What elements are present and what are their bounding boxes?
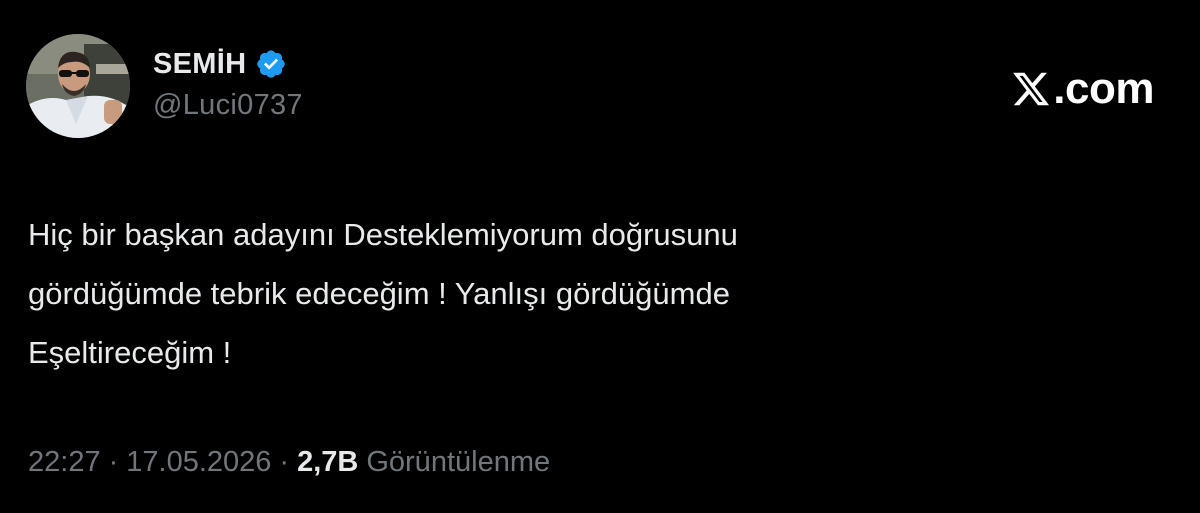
meta-separator: · [279, 446, 290, 478]
x-logo-icon [1011, 69, 1051, 109]
views-label: Görüntülenme [366, 446, 551, 478]
tweet-date[interactable]: 17.05.2026 [126, 446, 271, 479]
views-count[interactable]: 2,7B [297, 446, 358, 479]
tweet-card: SEMİH @Luci0737 .com Hiç bir başkan aday… [0, 0, 1200, 513]
author-display-name[interactable]: SEMİH [153, 48, 246, 81]
verified-badge-icon [255, 48, 287, 80]
meta-separator: · [108, 446, 119, 478]
brand-watermark: .com [1011, 64, 1154, 114]
brand-domain-text: .com [1053, 64, 1154, 113]
avatar-photo [26, 34, 130, 138]
author-name-row[interactable]: SEMİH [153, 44, 287, 84]
author-handle[interactable]: @Luci0737 [153, 89, 303, 122]
tweet-body-text: Hiç bir başkan adayını Desteklemiyorum d… [28, 217, 738, 370]
tweet-meta: 22:27 · 17.05.2026 · 2,7B Görüntülenme [28, 446, 550, 479]
avatar[interactable] [26, 34, 130, 138]
tweet-time[interactable]: 22:27 [28, 446, 101, 479]
